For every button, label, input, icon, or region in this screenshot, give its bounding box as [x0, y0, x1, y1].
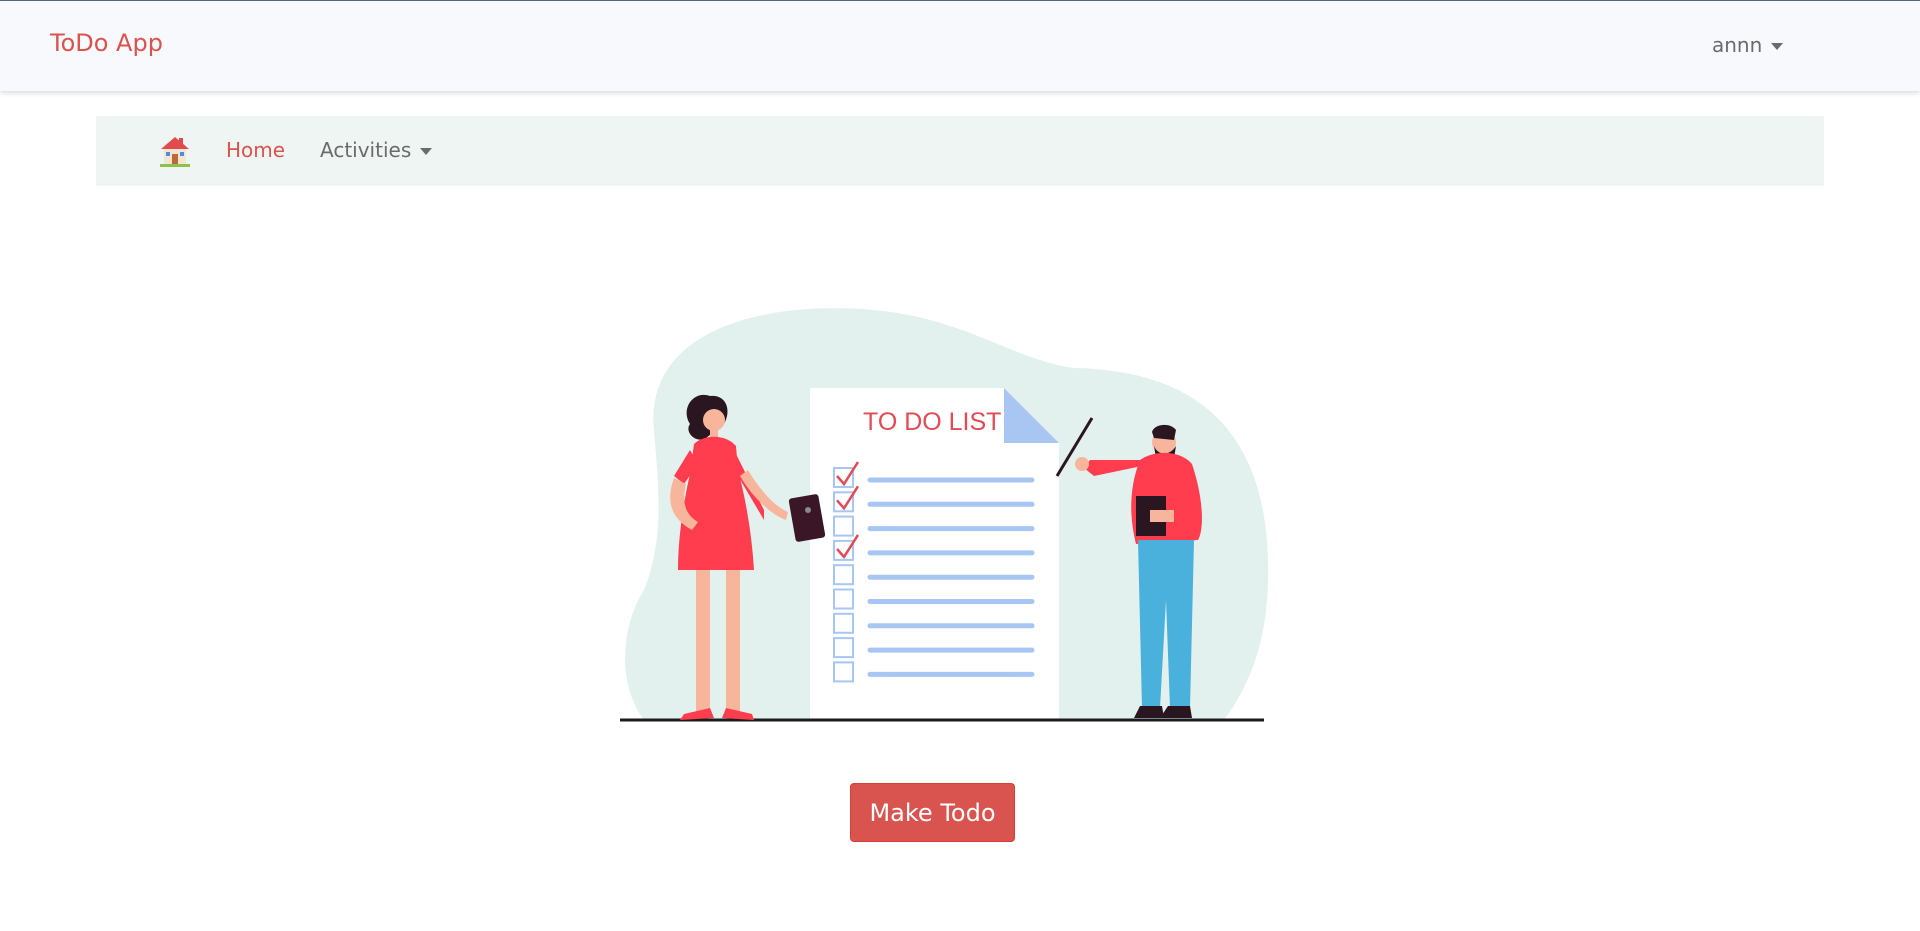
make-todo-button[interactable]: Make Todo — [850, 783, 1015, 842]
todo-illustration: TO DO LIST — [614, 300, 1274, 724]
nav-home-link[interactable]: Home — [226, 138, 285, 162]
user-dropdown-toggle[interactable]: annn — [1712, 33, 1784, 57]
top-navbar: ToDo App annn — [0, 0, 1920, 91]
house-icon[interactable] — [158, 134, 192, 168]
sub-navbar: Home Activities — [96, 116, 1824, 186]
brand-link[interactable]: ToDo App — [50, 29, 163, 57]
todo-list-title: TO DO LIST — [863, 408, 1001, 436]
user-name: annn — [1712, 33, 1763, 57]
nav-activities-dropdown[interactable]: Activities — [320, 138, 433, 162]
todo-paper: TO DO LIST — [810, 388, 1059, 720]
caret-down-icon — [420, 147, 433, 155]
caret-down-icon — [1771, 42, 1784, 50]
nav-activities-label: Activities — [320, 138, 412, 162]
